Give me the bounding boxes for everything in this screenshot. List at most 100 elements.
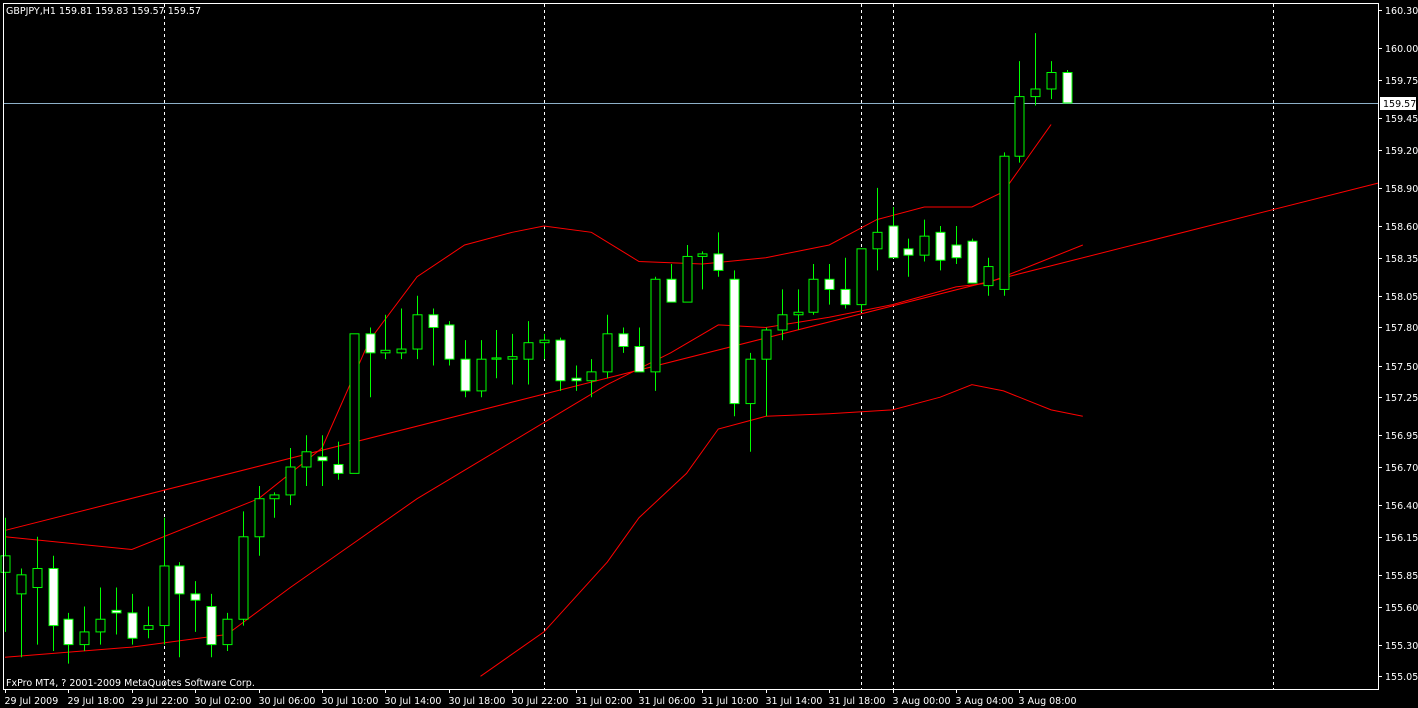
candle-body (888, 225, 899, 259)
y-tick-label: 155.30 (1385, 641, 1418, 652)
candle-body (190, 593, 201, 601)
candle-body (824, 278, 835, 290)
copyright-footer: FxPro MT4, ? 2001-2009 MetaQuotes Softwa… (6, 678, 255, 689)
candle-body (729, 278, 740, 405)
candle-body (539, 339, 550, 344)
candle-body (238, 536, 249, 620)
candle-body (650, 278, 661, 373)
candle-body (856, 248, 867, 306)
symbol-header: GBPJPY,H1 159.81 159.83 159.57 159.57 (6, 6, 201, 17)
x-tick-label: 30 Jul 06:00 (259, 696, 316, 707)
candle-body (16, 574, 27, 595)
candle-body (0, 555, 11, 573)
price-chart[interactable]: 160.30 160.00 159.75 159.45 159.20 158.90 158.… (0, 0, 1418, 708)
candle-body (919, 235, 930, 256)
candle-body (491, 357, 502, 360)
y-tick-label: 159.45 (1385, 114, 1418, 125)
candle-body (840, 288, 851, 306)
candle-body (269, 494, 280, 500)
candle-body (48, 567, 59, 627)
candle-body (793, 311, 804, 316)
candle-body (254, 498, 265, 538)
candle-body (586, 371, 597, 382)
candle-body (983, 266, 994, 287)
x-tick-label: 29 Jul 18:00 (68, 696, 125, 707)
x-tick-label: 3 Aug 08:00 (1019, 696, 1077, 707)
x-tick-label: 30 Jul 22:00 (512, 696, 569, 707)
candle[interactable] (999, 152, 1010, 296)
candle[interactable] (856, 248, 867, 313)
candle-body (317, 456, 328, 462)
candle-body (872, 231, 883, 250)
candle-body (777, 314, 788, 331)
candle[interactable] (444, 321, 455, 366)
candle-body (285, 466, 296, 496)
candle-body (1030, 88, 1041, 98)
candle-body (428, 314, 439, 328)
x-tick-label: 30 Jul 18:00 (449, 696, 506, 707)
y-tick-label: 156.40 (1385, 501, 1418, 512)
candle-body (618, 333, 629, 348)
candle-body (507, 356, 518, 360)
candle[interactable] (967, 238, 978, 284)
y-tick-label: 157.25 (1385, 393, 1418, 404)
x-tick-label: 29 Jul 2009 (5, 696, 59, 707)
y-tick-label: 158.35 (1385, 254, 1418, 265)
candle-body (935, 231, 946, 261)
candle-body (476, 358, 487, 392)
candle-body (301, 451, 312, 468)
candle-body (127, 612, 138, 639)
y-tick-label: 157.50 (1385, 362, 1418, 373)
candle-body (79, 631, 90, 646)
y-tick-label: 156.15 (1385, 533, 1418, 544)
y-tick-label: 155.05 (1385, 672, 1418, 683)
candle-body (634, 346, 645, 373)
y-tick-label: 159.20 (1385, 146, 1418, 157)
candle[interactable] (1062, 69, 1073, 104)
candle-body (159, 565, 170, 627)
x-tick-label: 31 Jul 14:00 (766, 696, 823, 707)
y-tick-label: 158.05 (1385, 292, 1418, 303)
x-tick-label: 30 Jul 14:00 (385, 696, 442, 707)
candle-body (396, 348, 407, 354)
candle-body (333, 463, 344, 474)
x-tick-label: 30 Jul 10:00 (322, 696, 379, 707)
candle-body (666, 278, 677, 303)
y-tick-label: 159.75 (1385, 76, 1418, 87)
candle-body (1062, 72, 1073, 104)
y-tick-label: 156.95 (1385, 431, 1418, 442)
candle-body (365, 333, 376, 354)
candle-body (222, 618, 233, 646)
candle-body (206, 606, 217, 646)
x-tick-label: 31 Jul 10:00 (702, 696, 759, 707)
x-tick-label: 29 Jul 22:00 (132, 696, 189, 707)
y-tick-label: 155.60 (1385, 603, 1418, 614)
x-tick-label: 3 Aug 04:00 (956, 696, 1014, 707)
candle-body (380, 349, 391, 354)
candle[interactable] (729, 270, 740, 417)
candle-body (523, 342, 534, 360)
y-tick-label: 157.80 (1385, 323, 1418, 334)
candle-body (999, 155, 1010, 290)
candle-body (713, 253, 724, 271)
candle-body (682, 255, 693, 303)
candle-body (1046, 72, 1057, 90)
y-tick-label: 158.60 (1385, 222, 1418, 233)
candle[interactable] (349, 333, 360, 474)
candle-body (808, 278, 819, 313)
x-tick-label: 31 Jul 06:00 (639, 696, 696, 707)
candle-body (602, 333, 613, 373)
candle-body (349, 333, 360, 474)
x-tick-label: 30 Jul 02:00 (195, 696, 252, 707)
candle-body (745, 358, 756, 405)
candle-body (460, 358, 471, 392)
x-tick-label: 3 Aug 00:00 (893, 696, 951, 707)
candle-body (571, 377, 582, 382)
candle-body (903, 248, 914, 256)
y-tick-label: 160.30 (1385, 6, 1418, 17)
candle-body (143, 625, 154, 630)
candle-body (951, 244, 962, 259)
candle-body (63, 618, 74, 646)
candle-body (697, 253, 708, 257)
y-tick-label: 156.70 (1385, 463, 1418, 474)
